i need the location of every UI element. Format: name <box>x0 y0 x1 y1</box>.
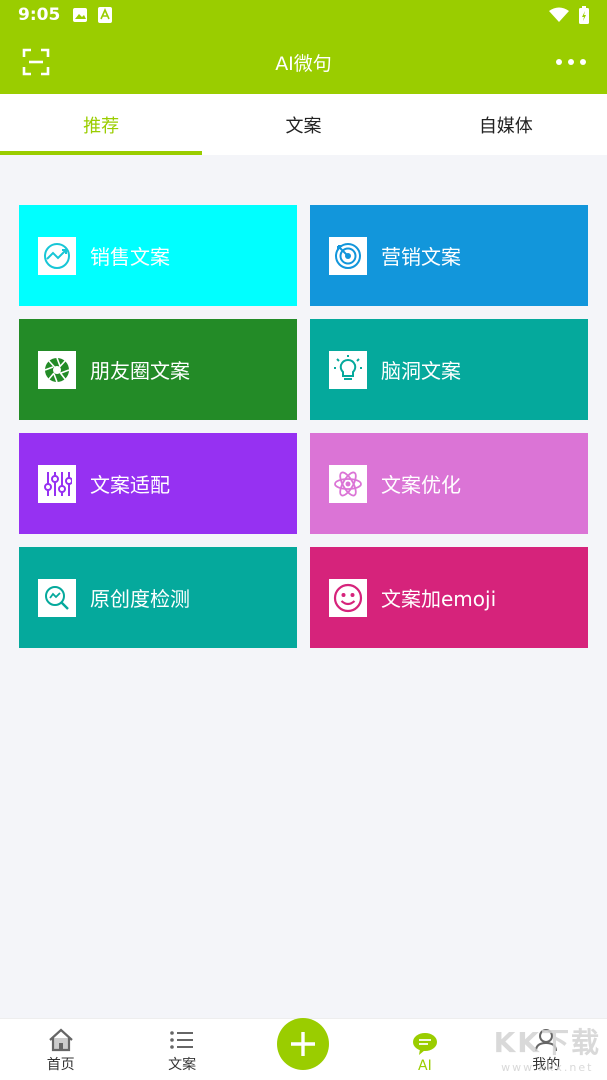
nav-home-label: 首页 <box>46 1057 75 1073</box>
nav-ai-label: AI <box>418 1058 432 1074</box>
card-marketing-copy[interactable]: 营销文案 <box>310 205 588 306</box>
watermark-main: KK下载 <box>493 1026 601 1059</box>
category-tabs: 推荐 文案 自媒体 <box>0 94 607 155</box>
list-icon <box>170 1031 194 1049</box>
card-label: 原创度检测 <box>90 587 190 611</box>
home-icon <box>48 1028 73 1052</box>
card-copy-emoji[interactable]: 文案加emoji <box>310 547 588 648</box>
nav-copy-label: 文案 <box>168 1057 197 1073</box>
card-sales-copy[interactable]: 销售文案 <box>19 205 297 306</box>
magnifier-chart-icon <box>38 578 76 617</box>
card-label: 脑洞文案 <box>381 359 461 383</box>
tab-copywriting[interactable]: 文案 <box>202 94 404 155</box>
card-label: 朋友圈文案 <box>90 359 190 383</box>
aperture-icon <box>38 350 76 389</box>
scan-icon[interactable] <box>22 48 50 76</box>
watermark-sub: www.kkx.net <box>501 1061 594 1074</box>
card-brainstorm-copy[interactable]: 脑洞文案 <box>310 319 588 420</box>
app-bar: AI微句 <box>0 30 607 94</box>
card-originality-check[interactable]: 原创度检测 <box>19 547 297 648</box>
trend-chart-icon <box>38 236 76 275</box>
card-copy-optimize[interactable]: 文案优化 <box>310 433 588 534</box>
wifi-icon <box>549 7 569 22</box>
plus-icon <box>291 1032 316 1056</box>
sliders-icon <box>38 464 76 503</box>
card-label: 文案加emoji <box>381 587 497 611</box>
tab-recommend[interactable]: 推荐 <box>0 94 203 155</box>
smiley-icon <box>329 578 367 617</box>
app-notification-icon <box>98 7 113 23</box>
watermark: KK下载 www.kkx.net <box>494 1021 601 1074</box>
atom-icon <box>329 464 367 503</box>
target-icon <box>329 236 367 275</box>
nav-home[interactable]: 首页 <box>21 1028 101 1074</box>
card-label: 文案适配 <box>90 473 170 497</box>
tab-self-media[interactable]: 自媒体 <box>405 94 607 155</box>
nav-ai[interactable]: AI <box>385 1032 465 1074</box>
card-label: 营销文案 <box>381 245 461 269</box>
image-notification-icon <box>73 8 88 22</box>
card-label: 销售文案 <box>90 245 170 269</box>
nav-add[interactable] <box>263 1018 343 1074</box>
card-label: 文案优化 <box>381 473 461 497</box>
app-title: AI微句 <box>275 52 332 75</box>
nav-copy[interactable]: 文案 <box>142 1028 222 1074</box>
add-button[interactable] <box>277 1018 330 1070</box>
battery-icon <box>579 6 589 24</box>
card-moments-copy[interactable]: 朋友圈文案 <box>19 319 297 420</box>
status-time: 9:05 <box>18 5 61 25</box>
status-bar: 9:05 <box>0 0 607 30</box>
more-icon[interactable] <box>555 54 587 70</box>
lightbulb-icon <box>329 350 367 389</box>
feature-grid: 销售文案 营销文案 朋友圈文案 脑洞文案 文案适配 文案优化 原创度检测 文案加… <box>19 205 588 648</box>
card-copy-adapt[interactable]: 文案适配 <box>19 433 297 534</box>
chat-bubble-icon <box>412 1033 437 1055</box>
